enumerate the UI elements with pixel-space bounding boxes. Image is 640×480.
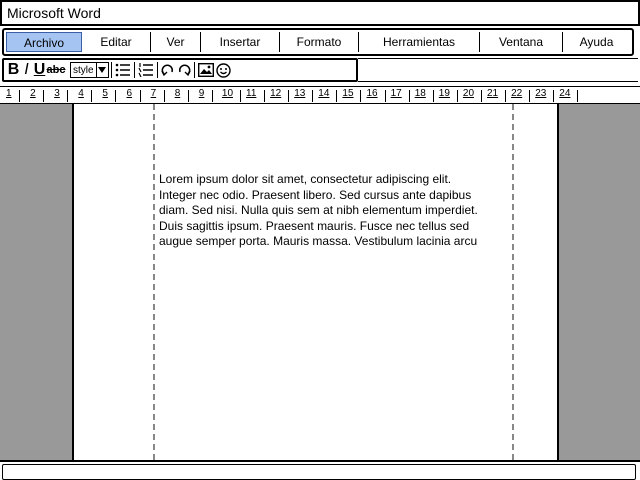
ruler-tick-mark — [480, 90, 482, 102]
numbered-list-icon[interactable] — [137, 61, 155, 79]
style-dropdown[interactable]: style — [70, 62, 109, 78]
ruler-tick-mark — [432, 90, 434, 102]
image-icon[interactable] — [197, 61, 215, 79]
ruler-tick-mark — [577, 90, 579, 102]
ruler-tick-label: 22 — [511, 88, 523, 99]
menu-editar[interactable]: Editar — [82, 32, 151, 52]
text-line: diam. Sed nisi. Nulla quis sem at nibh e… — [159, 203, 478, 217]
ruler-tick-mark — [456, 90, 458, 102]
ruler-tick-label: 2 — [30, 88, 36, 99]
menu-formato[interactable]: Formato — [280, 32, 359, 52]
ruler-tick-label: 23 — [535, 88, 547, 99]
ruler-tick-label: 11 — [246, 88, 257, 99]
ruler-tick-label: 4 — [78, 88, 84, 99]
ruler-tick-label: 12 — [270, 88, 282, 99]
menu-herramientas[interactable]: Herramientas — [359, 32, 480, 52]
left-margin-guide — [153, 104, 155, 460]
style-dropdown-label: style — [73, 64, 94, 76]
text-line: Lorem ipsum dolor sit amet, consectetur … — [159, 172, 452, 186]
menu-insertar[interactable]: Insertar — [201, 32, 280, 52]
ruler-tick-mark — [211, 90, 213, 102]
ruler-tick-mark — [163, 90, 165, 102]
window-titlebar: Microsoft Word — [0, 0, 640, 26]
redo-icon[interactable] — [176, 61, 192, 79]
status-bar — [0, 460, 640, 480]
ruler-tick-label: 15 — [342, 88, 354, 99]
strikethrough-icon[interactable]: abc — [46, 61, 66, 79]
ruler-tick-mark — [264, 90, 265, 102]
horizontal-ruler: 1 2 3 4 5 6 7 8 9 10 11 12 13 14 15 16 17 18 19 20 21 22 23 24 — [0, 86, 640, 104]
ruler-tick-mark — [91, 90, 93, 102]
menu-ayuda[interactable]: Ayuda — [563, 32, 630, 52]
ruler-tick-mark — [43, 90, 45, 102]
ruler-tick-mark — [312, 90, 314, 102]
formatting-toolbar: B I U abc style — [2, 58, 358, 82]
ruler-tick-label: 7 — [150, 88, 157, 99]
ruler-tick-label: 10 — [221, 88, 234, 99]
ruler-tick-mark — [336, 90, 338, 102]
toolbar-empty-area — [358, 58, 638, 82]
ruler-tick-label: 5 — [102, 88, 108, 99]
ruler-tick-mark — [384, 90, 386, 102]
italic-icon[interactable]: I — [20, 61, 33, 79]
status-bar-inner — [2, 464, 636, 480]
ruler-tick-mark — [187, 90, 189, 102]
text-line: augue semper porta. Mauris massa. Vestib… — [159, 234, 478, 248]
ruler-tick-mark — [115, 90, 117, 102]
ruler-tick-label: 21 — [487, 88, 499, 99]
ruler-tick-mark — [553, 90, 555, 102]
ruler-tick-label: 3 — [54, 88, 60, 99]
bulleted-list-icon[interactable] — [114, 61, 132, 79]
ruler-tick-label: 17 — [390, 88, 402, 99]
underline-icon[interactable]: U — [33, 61, 46, 79]
ruler-tick-label: 16 — [366, 88, 378, 99]
ruler-tick-label: 1 — [6, 88, 12, 99]
ruler-tick-mark — [19, 90, 20, 102]
menu-archivo[interactable]: Archivo — [6, 32, 82, 52]
ruler-tick-label: 19 — [438, 88, 450, 99]
ruler-tick-mark — [408, 90, 410, 102]
ruler-tick-mark — [67, 90, 69, 102]
toolbar-separator — [110, 62, 112, 78]
menu-ventana[interactable]: Ventana — [480, 32, 563, 52]
ruler-tick-mark — [239, 90, 241, 102]
ruler-tick-mark — [360, 90, 362, 102]
ruler-tick-label: 9 — [198, 88, 205, 99]
toolbar-separator — [193, 62, 195, 78]
menu-ver[interactable]: Ver — [151, 32, 201, 52]
chevron-down-icon[interactable] — [95, 63, 108, 77]
ruler-tick-mark — [529, 90, 531, 102]
undo-icon[interactable] — [160, 61, 176, 79]
document-body-text[interactable]: Lorem ipsum dolor sit amet, consectetur … — [159, 172, 515, 250]
document-page[interactable] — [74, 104, 557, 460]
toolbar-separator — [133, 62, 135, 78]
emoji-icon[interactable] — [215, 61, 233, 79]
text-line: Duis sagittis ipsum. Praesent mauris. Fu… — [159, 218, 470, 233]
ruler-tick-mark — [288, 90, 290, 102]
window-title: Microsoft Word — [7, 5, 101, 21]
right-margin-guide — [512, 104, 514, 460]
ruler-tick-label: 18 — [414, 88, 426, 99]
toolbar-separator — [156, 62, 158, 78]
ruler-tick-label: 20 — [462, 88, 475, 99]
ruler-tick-label: 8 — [174, 88, 181, 99]
text-line: Integer nec odio. Praesent libero. Sed c… — [159, 187, 472, 202]
right-gutter — [557, 104, 640, 460]
left-gutter — [0, 104, 74, 460]
ruler-tick-mark — [139, 90, 141, 102]
bold-icon[interactable]: B — [7, 61, 20, 79]
ruler-tick-label: 24 — [559, 88, 571, 99]
ruler-tick-label: 6 — [126, 88, 133, 99]
ruler-tick-label: 14 — [318, 88, 330, 99]
menu-bar: Archivo Editar Ver Insertar Formato Herr… — [2, 28, 634, 56]
ruler-tick-label: 13 — [294, 88, 306, 99]
ruler-tick-mark — [505, 90, 506, 102]
